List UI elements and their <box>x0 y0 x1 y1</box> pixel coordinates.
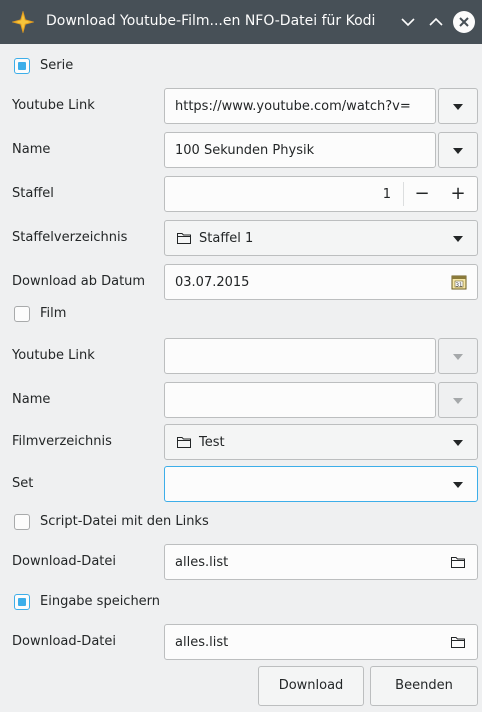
serie-name-label: Name <box>12 142 51 157</box>
set-combobox[interactable] <box>164 466 478 502</box>
film-checkbox[interactable] <box>14 306 30 322</box>
staffel-spinbox[interactable]: 1 − + <box>164 176 478 212</box>
set-label: Set <box>12 476 34 491</box>
beenden-button[interactable]: Beenden <box>370 666 478 706</box>
film-youtube-link-label: Youtube Link <box>12 348 95 363</box>
serie-youtube-link-label: Youtube Link <box>12 98 95 113</box>
svg-text:31: 31 <box>456 282 463 288</box>
staffel-increment-button[interactable]: + <box>441 179 475 209</box>
title-bar[interactable]: Download Youtube-Film...en NFO-Datei für… <box>0 0 482 44</box>
chevron-down-icon[interactable] <box>396 10 420 34</box>
script-download-datei-input[interactable]: alles.list <box>164 544 478 580</box>
dropdown-arrow-icon <box>453 354 463 360</box>
folder-icon <box>177 233 191 244</box>
staffelverzeichnis-label: Staffelverzeichnis <box>12 230 128 245</box>
staffel-label: Staffel <box>12 186 54 201</box>
film-youtube-link-input[interactable] <box>164 338 436 374</box>
folder-open-icon[interactable] <box>451 556 465 568</box>
filmverzeichnis-label: Filmverzeichnis <box>12 434 112 449</box>
folder-open-icon[interactable] <box>451 636 465 648</box>
filmverzeichnis-combobox[interactable]: Test <box>164 424 478 460</box>
serie-youtube-link-dropdown-button[interactable] <box>438 88 478 124</box>
app-star-icon <box>12 11 34 33</box>
form-area: Serie Youtube Link https://www.youtube.c… <box>0 44 482 712</box>
dropdown-arrow-icon <box>453 104 463 110</box>
save-download-datei-label: Download-Datei <box>12 634 116 649</box>
serie-checkbox[interactable] <box>14 58 30 74</box>
film-youtube-link-dropdown-button[interactable] <box>438 338 478 374</box>
serie-checkbox-label: Serie <box>40 58 74 73</box>
script-datei-checkbox[interactable] <box>14 514 30 530</box>
film-name-dropdown-button[interactable] <box>438 382 478 418</box>
dropdown-arrow-icon <box>453 482 463 488</box>
dropdown-arrow-icon <box>453 148 463 154</box>
save-download-datei-input[interactable]: alles.list <box>164 624 478 660</box>
serie-youtube-link-input[interactable]: https://www.youtube.com/watch?v= <box>164 88 436 124</box>
dropdown-arrow-icon <box>453 236 463 242</box>
window-title: Download Youtube-Film...en NFO-Datei für… <box>46 13 376 29</box>
film-name-label: Name <box>12 392 51 407</box>
script-download-datei-label: Download-Datei <box>12 554 116 569</box>
film-checkbox-label: Film <box>40 306 67 321</box>
eingabe-speichern-checkbox[interactable] <box>14 594 30 610</box>
eingabe-speichern-checkbox-label: Eingabe speichern <box>40 594 161 609</box>
calendar-icon[interactable]: 31 <box>451 274 467 290</box>
dropdown-arrow-icon <box>453 440 463 446</box>
serie-name-input[interactable]: 100 Sekunden Physik <box>164 132 436 168</box>
staffel-decrement-button[interactable]: − <box>405 179 439 209</box>
close-icon[interactable] <box>452 10 476 34</box>
script-datei-checkbox-label: Script-Datei mit den Links <box>40 514 209 529</box>
folder-icon <box>177 437 191 448</box>
film-name-input[interactable] <box>164 382 436 418</box>
chevron-up-icon[interactable] <box>424 10 448 34</box>
staffelverzeichnis-combobox[interactable]: Staffel 1 <box>164 220 478 256</box>
download-button[interactable]: Download <box>258 666 364 706</box>
staffel-value: 1 <box>382 187 391 202</box>
dropdown-arrow-icon <box>453 398 463 404</box>
download-ab-datum-input[interactable]: 03.07.2015 31 <box>164 264 478 300</box>
download-ab-datum-label: Download ab Datum <box>12 274 146 289</box>
serie-name-dropdown-button[interactable] <box>438 132 478 168</box>
